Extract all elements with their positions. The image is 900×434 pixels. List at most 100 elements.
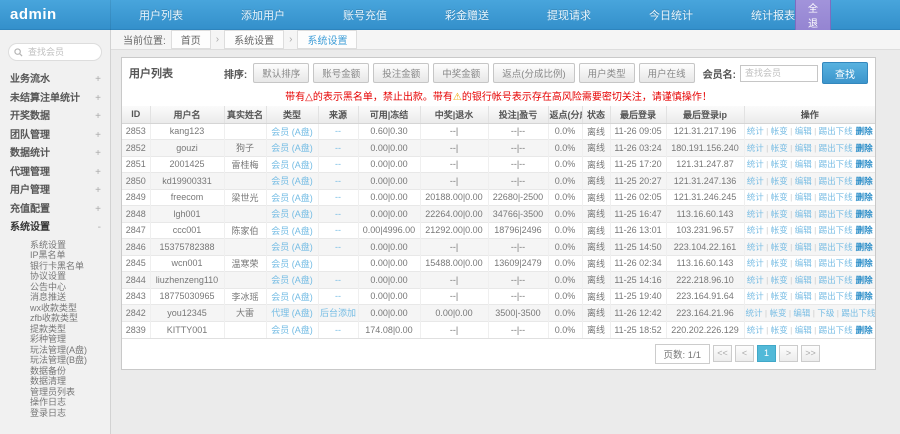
action-link[interactable]: 帐变 [771,258,788,268]
sidebar-subitem[interactable]: 玩法管理(A盘) [0,345,110,356]
action-link[interactable]: 统计 [747,275,764,285]
delete-link[interactable]: 删除 [856,325,873,335]
action-link[interactable]: 踢出下线 [819,242,853,252]
nav-item[interactable]: 统计报表 [751,7,795,23]
sidebar-subitem[interactable]: 公告中心 [0,282,110,293]
action-link[interactable]: 帐变 [771,291,788,301]
sidebar-item[interactable]: 业务流水+ [0,71,110,90]
action-link[interactable]: 编辑 [795,126,812,136]
delete-link[interactable]: 删除 [856,225,873,235]
delete-link[interactable]: 删除 [856,209,873,219]
nav-item[interactable]: 提现请求 [547,7,591,23]
breadcrumb-item[interactable]: 系统设置 [224,30,284,49]
column-header[interactable]: 可用|冻结 [358,106,420,123]
member-search-input[interactable] [26,46,96,58]
sidebar-subitem[interactable]: wx收款类型 [0,303,110,314]
sidebar-subitem[interactable]: 操作日志 [0,397,110,408]
action-link[interactable]: 统计 [747,176,764,186]
breadcrumb-item[interactable]: 系统设置 [297,30,357,49]
sort-button[interactable]: 用户类型 [579,63,635,83]
action-link[interactable]: 帐变 [771,192,788,202]
nav-item[interactable]: 账号充值 [343,7,387,23]
action-link[interactable]: 统计 [747,325,764,335]
action-link[interactable]: 踢出下线 [841,308,875,318]
action-link[interactable]: 统计 [747,159,764,169]
sort-button[interactable]: 投注金额 [373,63,429,83]
column-header[interactable]: 类型 [266,106,318,123]
sidebar-item[interactable]: 系统设置- [0,219,110,238]
action-link[interactable]: 编辑 [795,192,812,202]
column-header[interactable]: 最后登录ip [666,106,744,123]
sidebar-subitem[interactable]: 玩法管理(B盘) [0,355,110,366]
column-header[interactable]: 来源 [318,106,358,123]
action-link[interactable]: 踢出下线 [819,275,853,285]
breadcrumb-item[interactable]: 首页 [171,30,211,49]
action-link[interactable]: 统计 [747,192,764,202]
nav-item[interactable]: 今日统计 [649,7,693,23]
column-header[interactable]: 最后登录 [610,106,666,123]
sidebar-item[interactable]: 未结算注单统计+ [0,90,110,109]
action-link[interactable]: 踢出下线 [819,159,853,169]
sidebar-subitem[interactable]: IP黑名单 [0,250,110,261]
column-header[interactable]: 中奖|退水 [420,106,488,123]
column-header[interactable]: 用户名 [150,106,224,123]
sidebar-subitem[interactable]: 彩种管理 [0,334,110,345]
action-link[interactable]: 踢出下线 [819,192,853,202]
delete-link[interactable]: 删除 [856,242,873,252]
action-link[interactable]: 帐变 [771,143,788,153]
action-link[interactable]: 编辑 [795,225,812,235]
search-button[interactable]: 查找 [822,62,868,84]
member-name-input[interactable] [740,65,818,82]
action-link[interactable]: 帐变 [771,225,788,235]
nav-item[interactable]: 用户列表 [139,7,183,23]
sidebar-item[interactable]: 开奖数据+ [0,108,110,127]
action-link[interactable]: 踢出下线 [819,126,853,136]
action-link[interactable]: 帐变 [771,275,788,285]
action-link[interactable]: 统计 [747,143,764,153]
action-link[interactable]: 编辑 [795,291,812,301]
sidebar-item[interactable]: 充值配置+ [0,201,110,220]
action-link[interactable]: 帐变 [771,325,788,335]
action-link[interactable]: 踢出下线 [819,325,853,335]
sidebar-subitem[interactable]: 数据备份 [0,366,110,377]
sort-button[interactable]: 用户在线 [639,63,695,83]
action-link[interactable]: 踢出下线 [819,258,853,268]
action-link[interactable]: 帐变 [771,126,788,136]
sidebar-subitem[interactable]: 数据清理 [0,376,110,387]
sidebar-subitem[interactable]: 银行卡黑名单 [0,261,110,272]
page-button[interactable]: >> [801,345,820,362]
sort-button[interactable]: 返点(分成比例) [493,63,574,83]
action-link[interactable]: 帐变 [771,242,788,252]
action-link[interactable]: 踢出下线 [819,176,853,186]
column-header[interactable]: 状态 [582,106,610,123]
action-link[interactable]: 帐变 [771,176,788,186]
sidebar-subitem[interactable]: 协议设置 [0,271,110,282]
sort-button[interactable]: 默认排序 [253,63,309,83]
action-link[interactable]: 编辑 [795,209,812,219]
action-link[interactable]: 帐变 [771,209,788,219]
delete-link[interactable]: 删除 [856,126,873,136]
sidebar-subitem[interactable]: 登录日志 [0,408,110,419]
action-link[interactable]: 编辑 [795,159,812,169]
action-link[interactable]: 统计 [747,126,764,136]
action-link[interactable]: 踢出下线 [819,225,853,235]
action-link[interactable]: 下级 [817,308,834,318]
delete-link[interactable]: 删除 [856,176,873,186]
page-button[interactable]: < [735,345,754,362]
action-link[interactable]: 编辑 [793,308,810,318]
sort-button[interactable]: 账号金额 [313,63,369,83]
sidebar-item[interactable]: 代理管理+ [0,164,110,183]
action-link[interactable]: 统计 [746,308,763,318]
delete-link[interactable]: 删除 [856,275,873,285]
sort-button[interactable]: 中奖金额 [433,63,489,83]
action-link[interactable]: 统计 [747,291,764,301]
action-link[interactable]: 踢出下线 [819,209,853,219]
page-button[interactable]: > [779,345,798,362]
sidebar-subitem[interactable]: zfb收款类型 [0,313,110,324]
action-link[interactable]: 编辑 [795,242,812,252]
sidebar-subitem[interactable]: 提款类型 [0,324,110,335]
action-link[interactable]: 帐变 [769,308,786,318]
delete-link[interactable]: 删除 [856,192,873,202]
action-link[interactable]: 踢出下线 [819,143,853,153]
sidebar-item[interactable]: 用户管理+ [0,182,110,201]
